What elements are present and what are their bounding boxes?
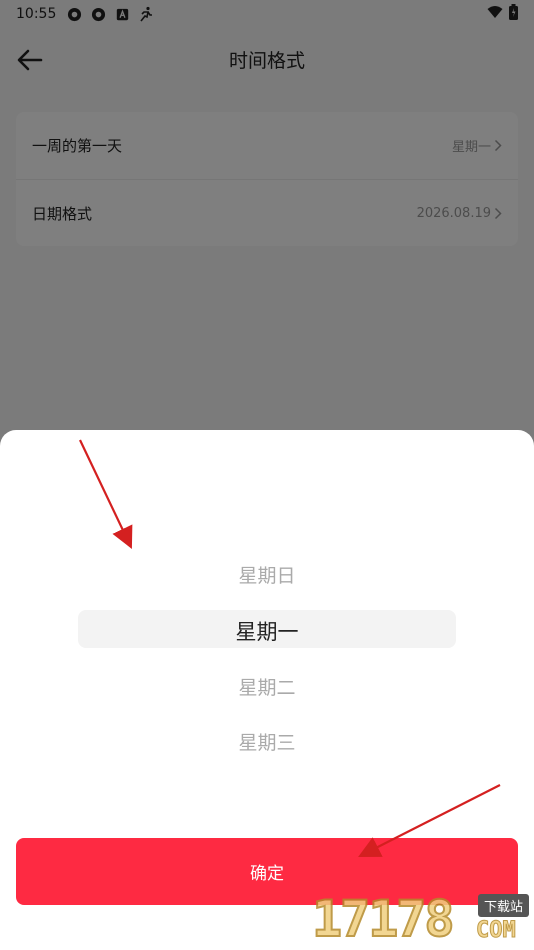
picker-option-tuesday[interactable]: 星期二 — [0, 673, 534, 700]
picker-option-wednesday[interactable]: 星期三 — [0, 728, 534, 755]
week-start-picker-sheet: 星期日 星期一 星期二 星期三 确定 — [0, 430, 534, 950]
picker-option-monday[interactable]: 星期一 — [0, 616, 534, 646]
watermark-number: 17178 — [311, 889, 456, 949]
picker-option-sunday[interactable]: 星期日 — [0, 561, 534, 588]
watermark-suffix: COM — [476, 918, 517, 944]
site-watermark-logo: 17178 下载站 COM — [311, 888, 534, 950]
watermark-badge: 下载站 — [478, 894, 530, 917]
